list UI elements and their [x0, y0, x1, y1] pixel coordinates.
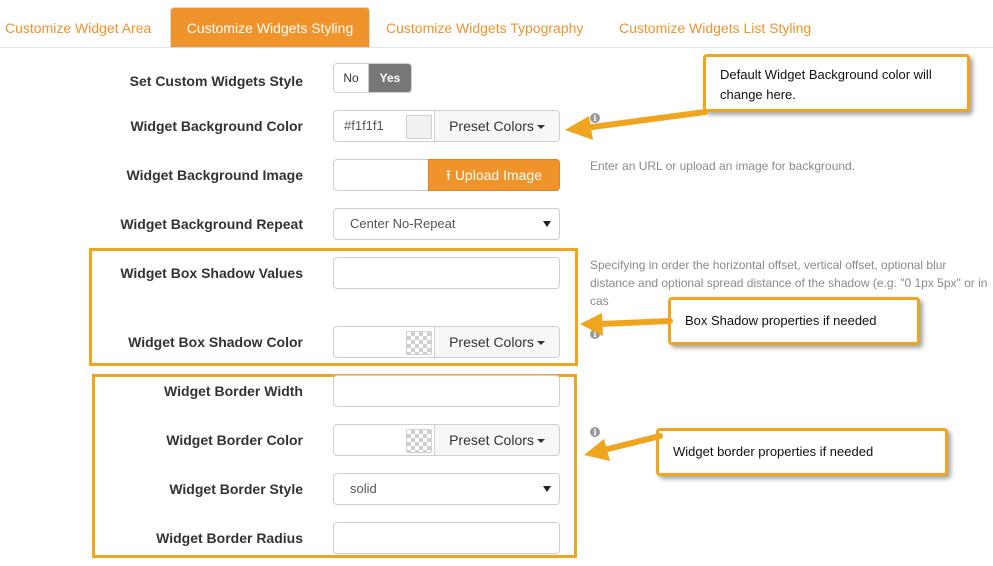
border-color-input[interactable]	[334, 425, 434, 455]
shadow-color-preset-button[interactable]: Preset Colors	[434, 327, 559, 357]
caret-down-icon	[543, 221, 551, 227]
border-color-preset-label: Preset Colors	[449, 432, 534, 448]
caret-down-icon	[543, 486, 551, 492]
shadow-color-picker: Preset Colors	[333, 326, 560, 358]
bg-color-input[interactable]: #f1f1f1	[334, 111, 434, 141]
upload-icon: ⭱	[446, 167, 451, 183]
border-style-select[interactable]: solid	[333, 473, 560, 505]
shadow-color-preset-label: Preset Colors	[449, 334, 534, 350]
shadow-values-label: Widget Box Shadow Values	[120, 265, 303, 281]
border-color-swatch[interactable]	[406, 429, 432, 453]
shadow-callout-arrow-icon	[580, 313, 673, 336]
border-style-value: solid	[350, 481, 377, 496]
bg-color-preset-button[interactable]: Preset Colors	[434, 111, 559, 141]
bg-image-url-input[interactable]	[333, 159, 429, 191]
bg-image-help-text: Enter an URL or upload an image for back…	[590, 159, 856, 173]
custom-style-no-button[interactable]: No	[334, 64, 369, 92]
upload-image-button[interactable]: ⭱ Upload Image	[428, 159, 560, 191]
border-width-label: Widget Border Width	[164, 383, 303, 399]
shadow-color-swatch[interactable]	[406, 331, 432, 355]
custom-style-toggle: No Yes	[333, 63, 412, 93]
box-shadow-callout: Box Shadow properties if needed	[668, 297, 920, 345]
tab-customize-widgets-typography[interactable]: Customize Widgets Typography	[386, 8, 583, 48]
border-color-picker: Preset Colors	[333, 424, 560, 456]
shadow-color-input[interactable]	[334, 327, 434, 357]
chevron-down-icon	[536, 125, 545, 130]
bg-color-picker: #f1f1f1 Preset Colors	[333, 110, 560, 142]
border-radius-label: Widget Border Radius	[156, 530, 303, 546]
bg-repeat-select[interactable]: Center No-Repeat	[333, 208, 560, 240]
bg-color-value: #f1f1f1	[344, 118, 384, 133]
bg-callout-arrow-icon	[565, 109, 708, 140]
upload-image-label: Upload Image	[454, 167, 542, 183]
border-callout: Widget border properties if needed	[656, 428, 948, 476]
bg-color-preset-label: Preset Colors	[449, 118, 534, 134]
border-color-label: Widget Border Color	[166, 432, 303, 448]
shadow-values-input[interactable]	[333, 257, 560, 289]
tab-customize-widget-area[interactable]: Customize Widget Area	[5, 8, 151, 48]
bg-repeat-value: Center No-Repeat	[350, 216, 456, 231]
bg-image-label: Widget Background Image	[126, 167, 303, 183]
border-radius-input[interactable]	[333, 522, 560, 554]
chevron-down-icon	[536, 341, 545, 346]
custom-style-label: Set Custom Widgets Style	[129, 73, 303, 89]
tab-customize-widgets-styling[interactable]: Customize Widgets Styling	[170, 7, 370, 48]
shadow-color-label: Widget Box Shadow Color	[128, 334, 303, 350]
tab-customize-widgets-list-styling[interactable]: Customize Widgets List Styling	[619, 8, 811, 48]
border-style-label: Widget Border Style	[169, 481, 303, 497]
bg-repeat-label: Widget Background Repeat	[120, 216, 303, 232]
bg-color-swatch[interactable]	[406, 115, 432, 139]
custom-style-yes-button[interactable]: Yes	[369, 64, 411, 92]
border-color-preset-button[interactable]: Preset Colors	[434, 425, 559, 455]
bg-color-label: Widget Background Color	[130, 118, 303, 134]
border-width-input[interactable]	[333, 375, 560, 407]
chevron-down-icon	[536, 439, 545, 444]
border-callout-arrow-icon	[584, 433, 663, 461]
bg-color-callout: Default Widget Background color will cha…	[703, 54, 970, 112]
